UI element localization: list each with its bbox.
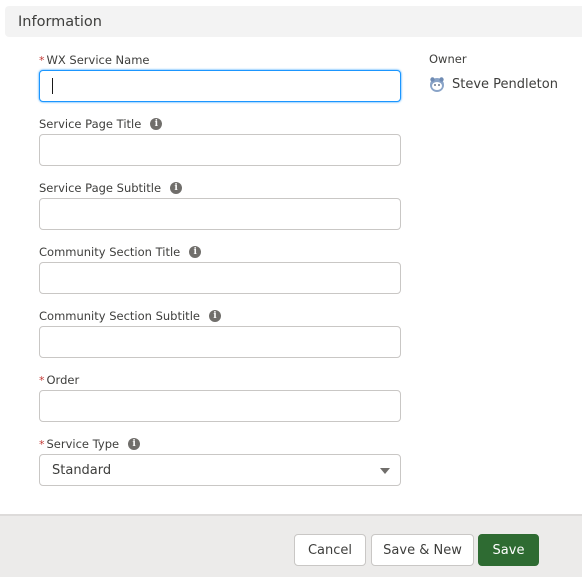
- info-icon[interactable]: i: [128, 438, 141, 450]
- field-label: Community Section Title i: [39, 244, 401, 260]
- owner-value[interactable]: Steve Pendleton: [429, 76, 558, 92]
- community-section-title-input[interactable]: [39, 262, 401, 294]
- user-avatar-icon: [430, 77, 444, 92]
- owner-field: Owner Steve Pendleton: [429, 52, 558, 92]
- field-service-page-title: Service Page Title i: [39, 116, 401, 166]
- required-marker: *: [39, 53, 45, 67]
- field-order: * Order: [39, 372, 401, 422]
- owner-name: Steve Pendleton: [452, 76, 558, 92]
- field-label-text: Community Section Subtitle: [39, 309, 200, 323]
- service-page-title-input[interactable]: [39, 134, 401, 166]
- field-label-text: WX Service Name: [46, 53, 150, 67]
- order-input[interactable]: [39, 390, 401, 422]
- field-service-page-subtitle: Service Page Subtitle i: [39, 180, 401, 230]
- section-title: Information: [18, 13, 102, 30]
- chevron-down-icon[interactable]: [380, 468, 390, 474]
- field-community-section-title: Community Section Title i: [39, 244, 401, 294]
- select-value: Standard: [52, 462, 112, 478]
- field-community-section-subtitle: Community Section Subtitle i: [39, 308, 401, 358]
- cancel-button[interactable]: Cancel: [294, 534, 366, 566]
- field-label: Service Page Subtitle i: [39, 180, 401, 196]
- required-marker: *: [39, 373, 45, 387]
- info-icon[interactable]: i: [189, 246, 202, 258]
- field-label-text: Order: [46, 373, 80, 387]
- service-page-subtitle-input[interactable]: [39, 198, 401, 230]
- info-icon[interactable]: i: [170, 182, 183, 194]
- info-icon[interactable]: i: [208, 310, 221, 322]
- field-label-text: Community Section Title: [39, 245, 181, 259]
- required-marker: *: [39, 437, 45, 451]
- community-section-subtitle-input[interactable]: [39, 326, 401, 358]
- field-label: Community Section Subtitle i: [39, 308, 401, 324]
- modal-footer: Cancel Save & New Save: [0, 514, 582, 577]
- field-wx-service-name: * WX Service Name: [39, 52, 401, 102]
- service-type-select[interactable]: Standard: [39, 454, 401, 486]
- save-button[interactable]: Save: [478, 534, 539, 566]
- wx-service-name-input[interactable]: [39, 70, 401, 102]
- field-label: * WX Service Name: [39, 52, 401, 68]
- text-cursor: [52, 78, 53, 94]
- field-label-text: Service Page Subtitle: [39, 181, 162, 195]
- info-icon[interactable]: i: [150, 118, 163, 130]
- save-and-new-button[interactable]: Save & New: [371, 534, 474, 566]
- field-label: * Service Type i: [39, 436, 401, 452]
- field-label: Service Page Title i: [39, 116, 401, 132]
- field-label-text: Service Type: [46, 437, 120, 451]
- field-label-text: Service Page Title: [39, 117, 142, 131]
- field-service-type: * Service Type i Standard: [39, 436, 401, 486]
- field-label: * Order: [39, 372, 401, 388]
- owner-label: Owner: [429, 52, 467, 66]
- section-header-information[interactable]: Information: [5, 6, 582, 37]
